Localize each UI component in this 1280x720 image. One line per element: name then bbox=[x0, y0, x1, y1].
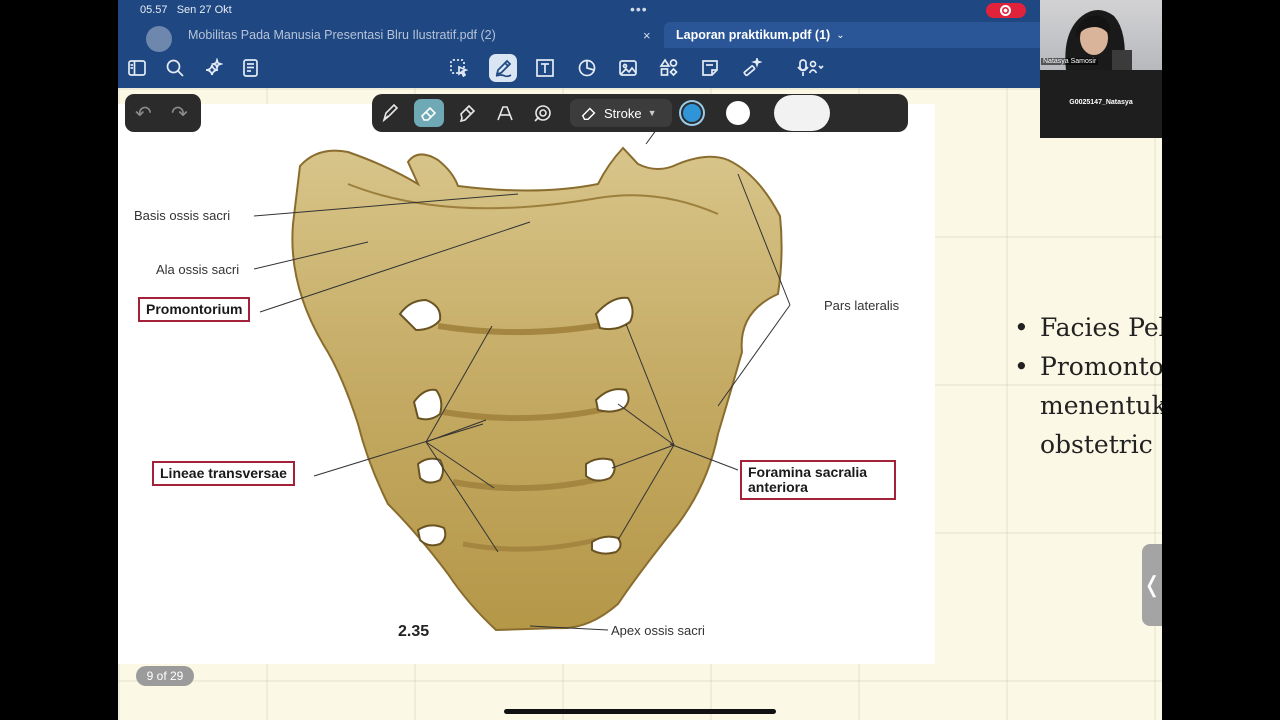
elements-icon[interactable] bbox=[655, 54, 683, 82]
shape-icon[interactable] bbox=[573, 54, 601, 82]
lasso-icon[interactable] bbox=[490, 99, 520, 127]
touch-indicator bbox=[146, 26, 172, 52]
image-icon[interactable] bbox=[614, 54, 642, 82]
magic-wand-icon[interactable] bbox=[738, 54, 766, 82]
history-controls: ↶ ↷ bbox=[125, 94, 201, 132]
select-icon[interactable] bbox=[445, 54, 473, 82]
pen-icon[interactable] bbox=[376, 99, 406, 127]
page-indicator: 9 of 29 bbox=[136, 666, 194, 686]
label-ala-ossis-sacri: Ala ossis sacri bbox=[156, 262, 240, 277]
tab-label: Laporan praktikum.pdf (1) bbox=[676, 28, 831, 42]
bullet-continuation: menentuka bbox=[1040, 391, 1162, 420]
participant-name: G0025147_Natasya bbox=[1069, 99, 1133, 106]
tab-mobilitas[interactable]: Mobilitas Pada Manusia Presentasi Blru I… bbox=[118, 22, 658, 52]
multitask-dots[interactable]: ••• bbox=[630, 1, 648, 17]
sacrum-figure: Basis ossis sacri Ala ossis sacri Promon… bbox=[118, 104, 935, 664]
highlighter-icon[interactable] bbox=[452, 99, 482, 127]
label-line: Foramina sacralia bbox=[748, 464, 868, 480]
shapes-icon[interactable] bbox=[528, 99, 558, 127]
status-time: 05.57 Sen 27 Okt bbox=[140, 4, 232, 16]
video-participant-tile[interactable]: Natasya Samosir bbox=[1040, 0, 1162, 70]
undo-button[interactable]: ↶ bbox=[135, 101, 152, 126]
stroke-width-swatch[interactable] bbox=[774, 95, 830, 131]
bullet-item: Promontor bbox=[1014, 347, 1162, 386]
ipad-screen: 05.57 Sen 27 Okt ••• Mobilitas Pada Manu… bbox=[118, 0, 1162, 720]
sacrum-illustration bbox=[253, 121, 791, 632]
ai-sparkle-icon[interactable] bbox=[199, 54, 227, 82]
eraser-icon bbox=[581, 107, 596, 121]
app-header: 05.57 Sen 27 Okt ••• Mobilitas Pada Manu… bbox=[118, 0, 1162, 88]
pen-icon[interactable] bbox=[489, 54, 517, 82]
figure-number: 2.35 bbox=[398, 623, 430, 640]
redo-button[interactable]: ↷ bbox=[171, 101, 188, 126]
chevron-down-icon: ▼ bbox=[647, 108, 657, 118]
microphone-icon[interactable] bbox=[791, 54, 831, 82]
video-participant-tile[interactable]: G0025147_Natasya bbox=[1040, 70, 1162, 138]
tab-close-button[interactable]: × bbox=[643, 28, 651, 43]
slide-text: Facies Pelv Promontor menentuka obstetri… bbox=[1014, 308, 1162, 464]
tab-label: Mobilitas Pada Manusia Presentasi Blru I… bbox=[188, 28, 496, 42]
search-icon[interactable] bbox=[161, 54, 189, 82]
eraser-icon[interactable] bbox=[414, 99, 444, 127]
bullet-continuation: obstetric bbox=[1040, 430, 1153, 459]
side-panel-handle[interactable]: ❬ bbox=[1142, 544, 1162, 626]
text-box-icon[interactable] bbox=[531, 54, 559, 82]
label-promontorium: Promontorium bbox=[138, 297, 251, 322]
screen-record-indicator[interactable] bbox=[986, 3, 1026, 18]
label-lineae-transversae: Lineae transversae bbox=[152, 461, 295, 486]
label-apex-ossis-sacri: Apex ossis sacri bbox=[611, 623, 705, 638]
label-foramina-sacralia: Foramina sacralia anteriora bbox=[740, 460, 896, 500]
tab-laporan-praktikum[interactable]: Laporan praktikum.pdf (1) ⌄ bbox=[664, 22, 1084, 48]
label-pars-lateralis: Pars lateralis bbox=[824, 298, 900, 313]
home-indicator[interactable] bbox=[504, 709, 776, 714]
sticky-note-icon[interactable] bbox=[696, 54, 724, 82]
annotation-toolbar: Stroke ▼ bbox=[372, 94, 908, 132]
notes-icon[interactable] bbox=[237, 54, 265, 82]
color-swatch-blue[interactable] bbox=[683, 104, 701, 122]
color-swatch-white[interactable] bbox=[726, 101, 750, 125]
participant-name: Natasya Samosir bbox=[1041, 58, 1099, 65]
stroke-type-dropdown[interactable]: Stroke ▼ bbox=[570, 99, 672, 127]
sidebar-icon[interactable] bbox=[123, 54, 151, 82]
bullet-item: Facies Pelv bbox=[1014, 308, 1162, 347]
label-line: anteriora bbox=[748, 479, 808, 495]
stroke-label: Stroke bbox=[604, 105, 642, 121]
chevron-down-icon[interactable]: ⌄ bbox=[836, 30, 844, 41]
label-basis-ossis-sacri: Basis ossis sacri bbox=[134, 208, 231, 223]
